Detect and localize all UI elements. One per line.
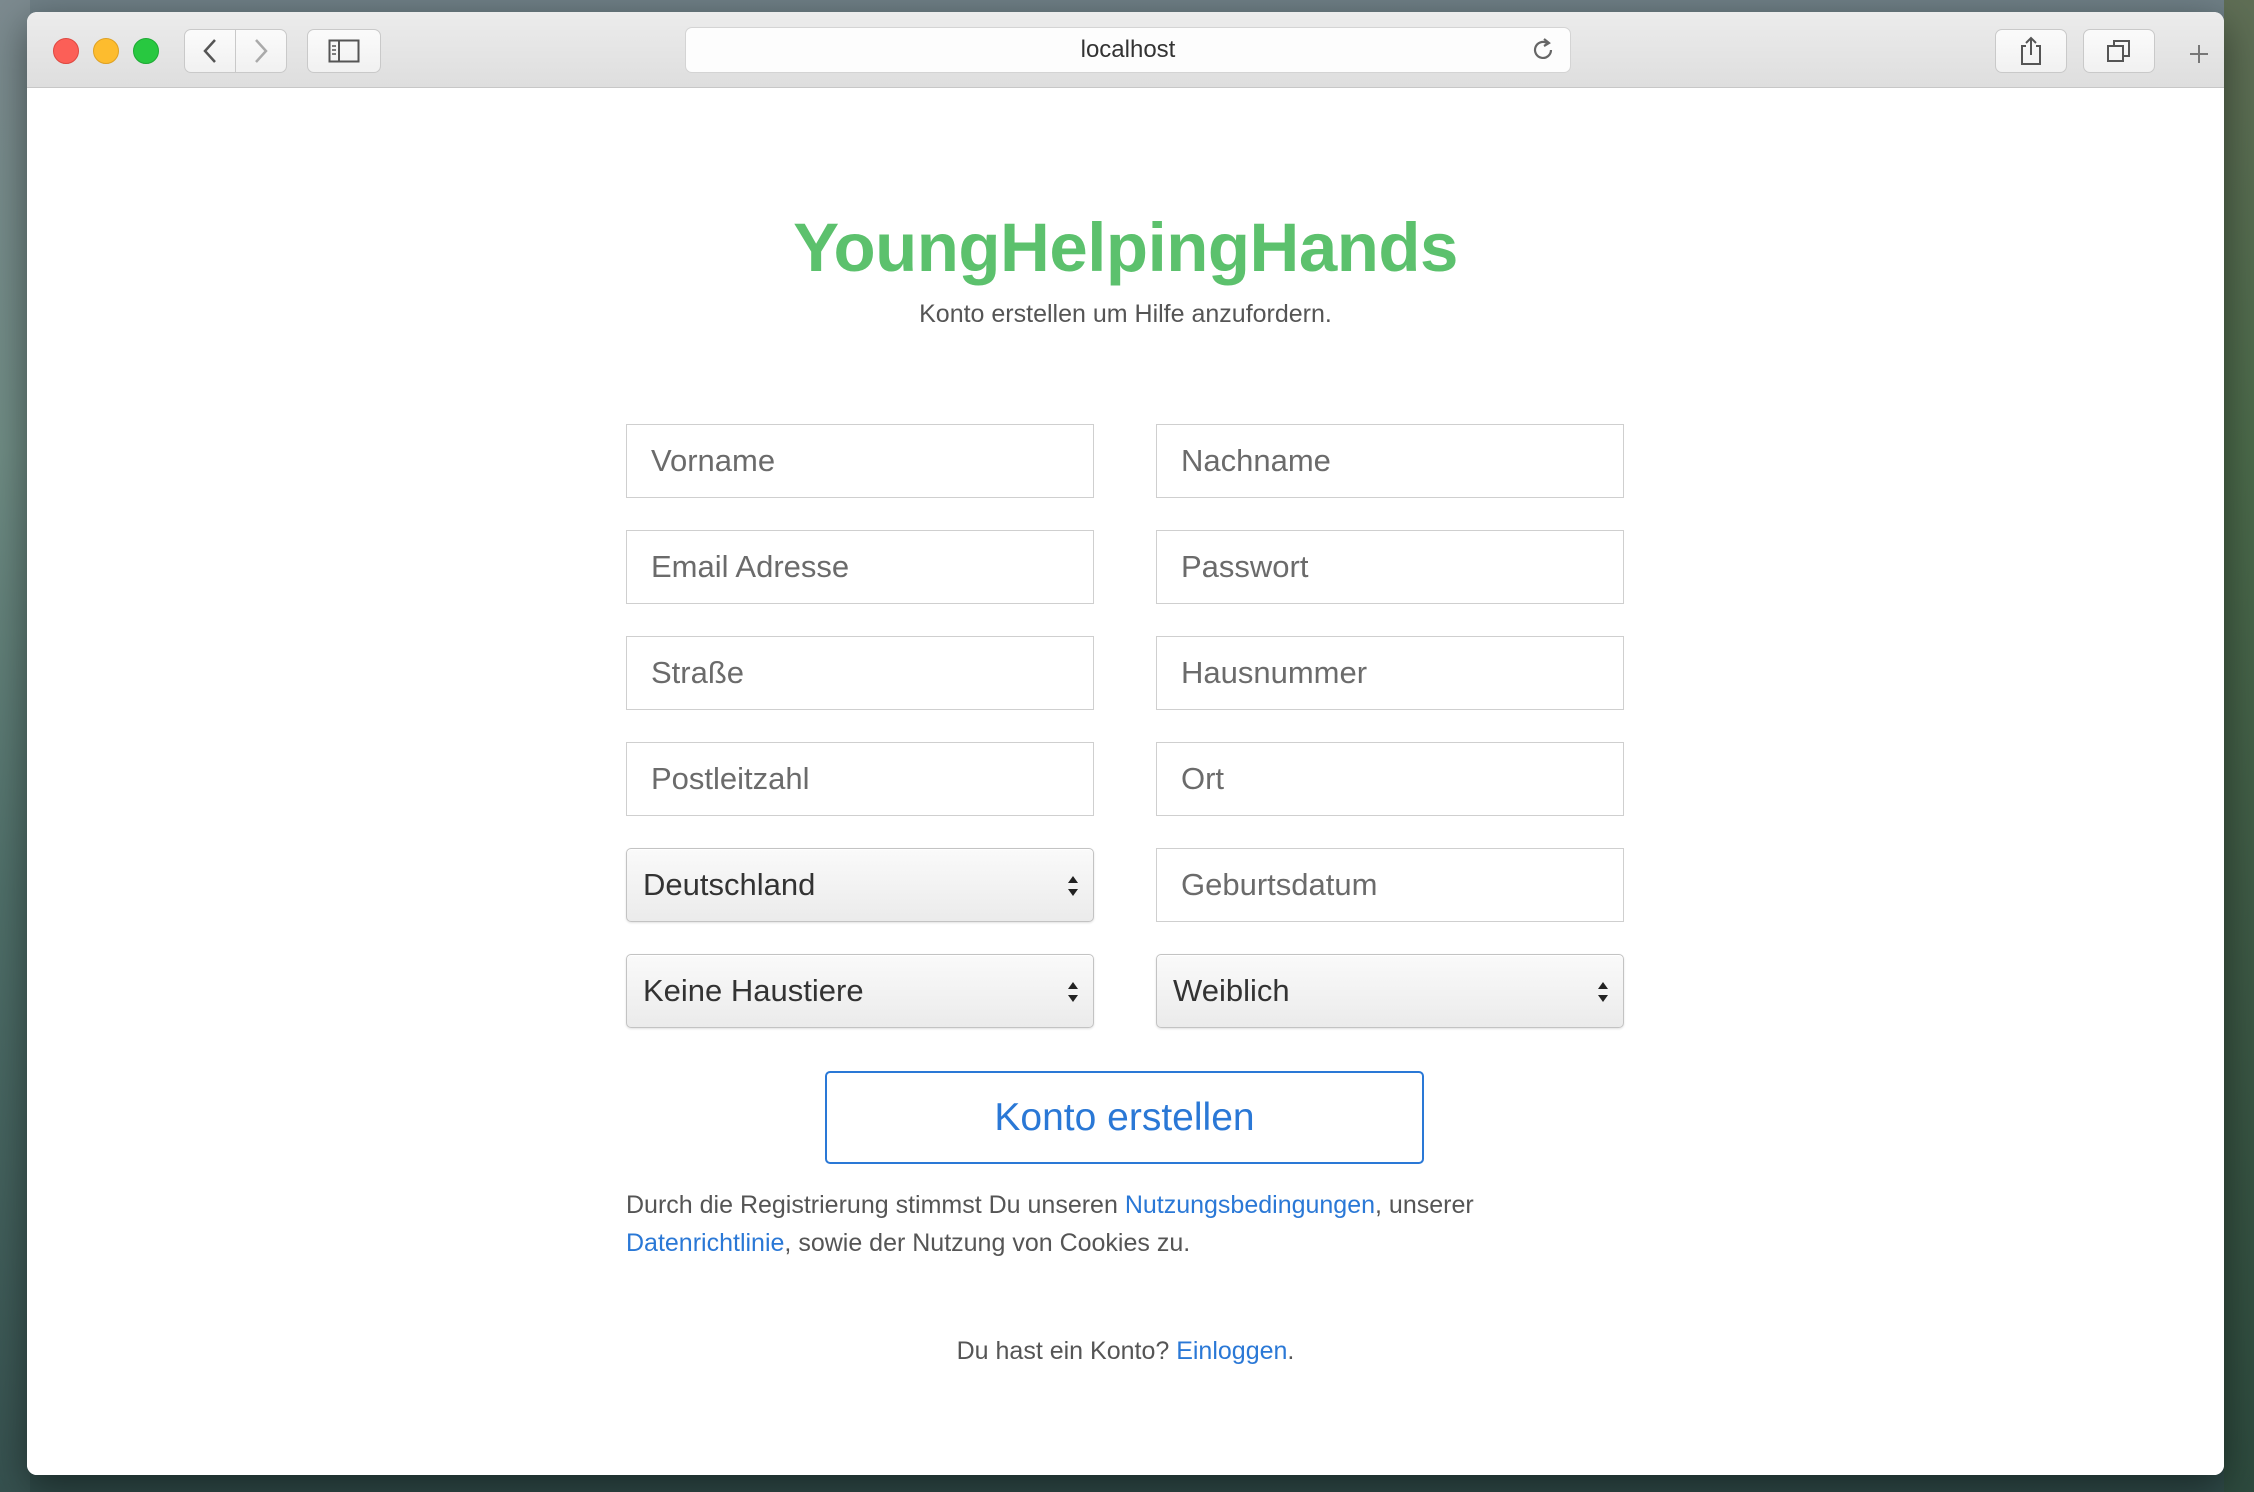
chevron-right-icon: [255, 39, 268, 63]
page-content: YoungHelpingHands Konto erstellen um Hil…: [27, 88, 2224, 1475]
street-field[interactable]: [626, 636, 1094, 710]
address-text: localhost: [1080, 36, 1176, 63]
create-account-button[interactable]: Konto erstellen: [825, 1071, 1424, 1164]
maximize-window-button[interactable]: [133, 38, 159, 64]
first-name-field[interactable]: [626, 424, 1094, 498]
share-button[interactable]: [1995, 29, 2067, 73]
page-subtitle: Konto erstellen um Hilfe anzufordern.: [919, 300, 1332, 328]
desktop-background: [0, 0, 30, 1492]
terms-middle: , unserer: [1375, 1191, 1474, 1219]
back-button[interactable]: [184, 29, 236, 73]
password-field[interactable]: [1156, 530, 1624, 604]
browser-window: localhost YoungHelpingHands Konto erstel…: [27, 12, 2224, 1475]
tabs-icon: [2107, 40, 2130, 62]
brand-title: YoungHelpingHands: [793, 209, 1458, 286]
terms-notice: Durch die Registrierung stimmst Du unser…: [626, 1186, 1626, 1262]
privacy-link[interactable]: Datenrichtlinie: [626, 1229, 784, 1257]
plus-icon: [2190, 45, 2208, 63]
terms-prefix: Durch die Registrierung stimmst Du unser…: [626, 1191, 1125, 1219]
forward-button[interactable]: [235, 29, 287, 73]
sidebar-toggle-button[interactable]: [307, 29, 381, 73]
terms-link[interactable]: Nutzungsbedingungen: [1125, 1191, 1375, 1219]
desktop-background: [2224, 0, 2254, 1492]
city-field[interactable]: [1156, 742, 1624, 816]
new-tab-button[interactable]: [2177, 32, 2221, 76]
gender-select[interactable]: Weiblich: [1156, 954, 1624, 1028]
select-arrows-icon: [1068, 876, 1078, 896]
login-suffix: .: [1287, 1337, 1295, 1365]
browser-toolbar: localhost: [27, 12, 2224, 88]
close-window-button[interactable]: [53, 38, 79, 64]
sidebar-icon: [328, 39, 360, 63]
house-number-field[interactable]: [1156, 636, 1624, 710]
select-arrows-icon: [1598, 982, 1608, 1002]
share-icon: [2021, 36, 2041, 65]
postal-code-field[interactable]: [626, 742, 1094, 816]
address-bar[interactable]: localhost: [685, 27, 1571, 73]
login-prompt: Du hast ein Konto? Einloggen.: [27, 1337, 2224, 1366]
pets-select-value: Keine Haustiere: [643, 973, 864, 1008]
birthdate-field[interactable]: [1156, 848, 1624, 922]
email-field[interactable]: [626, 530, 1094, 604]
login-link[interactable]: Einloggen: [1176, 1337, 1287, 1365]
chevron-left-icon: [203, 39, 216, 63]
country-select[interactable]: Deutschland: [626, 848, 1094, 922]
reload-icon[interactable]: [1530, 37, 1556, 63]
terms-suffix: , sowie der Nutzung von Cookies zu.: [784, 1229, 1191, 1257]
country-select-value: Deutschland: [643, 867, 816, 902]
last-name-field[interactable]: [1156, 424, 1624, 498]
gender-select-value: Weiblich: [1173, 973, 1290, 1008]
show-tabs-button[interactable]: [2083, 29, 2155, 73]
login-prefix: Du hast ein Konto?: [956, 1337, 1177, 1365]
select-arrows-icon: [1068, 982, 1078, 1002]
minimize-window-button[interactable]: [93, 38, 119, 64]
pets-select[interactable]: Keine Haustiere: [626, 954, 1094, 1028]
